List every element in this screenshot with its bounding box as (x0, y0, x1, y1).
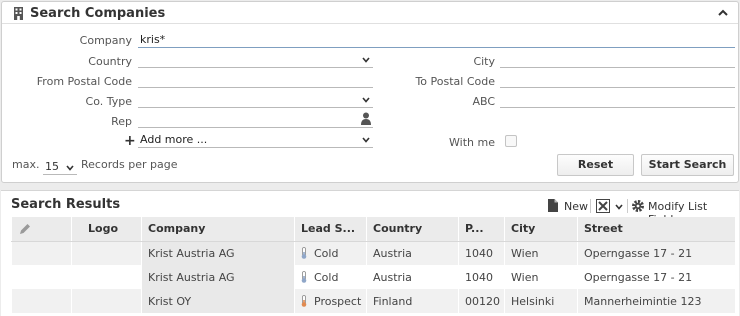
city-cell: Wien (504, 265, 578, 289)
with-me-checkbox[interactable] (505, 135, 517, 147)
logo-cell (71, 265, 142, 289)
pencil-icon (20, 223, 30, 234)
lead-status-cell: Cold (294, 265, 367, 289)
table-row[interactable]: Krist Austria AG Cold Austria 1040 Wien Opern… (11, 241, 735, 265)
city-cell: Wien (504, 241, 578, 265)
results-title: Search Results (11, 197, 121, 212)
person-icon[interactable] (361, 112, 371, 125)
company-input[interactable]: kris* (138, 34, 735, 48)
add-more-select[interactable]: Add more ... (138, 134, 373, 148)
country-cell: Finland (366, 289, 459, 313)
table-header-row: Logo Company Lead S... Country P... City… (11, 217, 735, 242)
max-records-select[interactable]: 15 (43, 159, 77, 175)
toolbar-divider (627, 199, 628, 213)
column-header-company[interactable]: Company (141, 217, 295, 242)
plus-icon[interactable]: + (124, 133, 136, 149)
city-cell: Helsinki (504, 289, 578, 313)
postal-cell: 1040 (458, 241, 505, 265)
thermometer-icon (301, 270, 307, 283)
lead-status-label: Cold (314, 270, 339, 284)
abc-label: ABC (472, 95, 495, 108)
search-panel: Search Companies Company kris* Country C… (1, 1, 739, 183)
thermometer-icon (301, 246, 307, 259)
add-more-value: Add more ... (140, 133, 208, 146)
lead-status-cell: Prospect (294, 289, 367, 313)
row-select-cell (11, 265, 72, 289)
column-header-street[interactable]: Street (577, 217, 735, 242)
column-header-logo[interactable]: Logo (71, 217, 142, 242)
rep-label: Rep (111, 115, 132, 128)
lead-status-cell: Cold (294, 241, 367, 265)
excel-export-icon[interactable] (596, 199, 610, 213)
max-records-value: 15 (45, 160, 59, 173)
city-input[interactable] (500, 54, 735, 68)
results-table: Logo Company Lead S... Country P... City… (11, 217, 735, 313)
search-panel-header: Search Companies (2, 2, 738, 24)
lead-status-label: Cold (314, 246, 339, 260)
from-postal-input[interactable] (138, 74, 373, 88)
street-cell: Operngasse 17 - 21 (577, 265, 735, 289)
to-postal-input[interactable] (500, 74, 735, 88)
to-postal-label: To Postal Code (415, 75, 495, 88)
street-cell: Mannerheimintie 123 (577, 289, 735, 313)
document-icon[interactable] (548, 199, 558, 212)
lead-status-label: Prospect (314, 294, 362, 308)
postal-cell: 00120 (458, 289, 505, 313)
gear-icon[interactable] (631, 199, 645, 213)
country-label: Country (88, 55, 132, 68)
abc-input[interactable] (500, 94, 735, 108)
logo-cell (71, 241, 142, 265)
chevron-down-icon (362, 57, 370, 63)
row-select-cell (11, 289, 72, 313)
row-select-cell (11, 241, 72, 265)
with-me-label: With me (449, 136, 495, 149)
company-cell: Krist Austria AG (141, 241, 295, 265)
table-row[interactable]: Krist Austria AG Cold Austria 1040 Wien Opern… (11, 265, 735, 289)
chevron-down-icon (362, 137, 370, 143)
chevron-down-icon[interactable] (615, 203, 623, 211)
reset-button[interactable]: Reset (557, 154, 634, 176)
new-button[interactable]: New (564, 200, 588, 213)
column-header-edit[interactable] (11, 217, 72, 242)
co-type-select[interactable] (138, 94, 373, 108)
postal-cell: 1040 (458, 265, 505, 289)
co-type-label: Co. Type (85, 95, 132, 108)
column-header-lead-status[interactable]: Lead S... (294, 217, 367, 242)
street-cell: Operngasse 17 - 21 (577, 241, 735, 265)
company-label: Company (79, 34, 132, 47)
thermometer-icon (301, 294, 307, 307)
max-label: max. (12, 158, 40, 171)
records-per-page-label: Records per page (81, 158, 178, 171)
column-header-postal[interactable]: P... (458, 217, 505, 242)
start-search-button[interactable]: Start Search (641, 154, 734, 176)
from-postal-label: From Postal Code (36, 75, 132, 88)
country-select[interactable] (138, 54, 373, 68)
logo-cell (71, 289, 142, 313)
building-icon (14, 7, 23, 20)
company-cell: Krist OY (141, 289, 295, 313)
column-header-country[interactable]: Country (366, 217, 459, 242)
search-panel-title: Search Companies (30, 6, 166, 21)
chevron-down-icon (66, 165, 74, 171)
rep-input[interactable] (138, 112, 373, 128)
chevron-down-icon (362, 97, 370, 103)
toolbar-divider (590, 199, 591, 213)
table-row[interactable]: Krist OY Prospect Finland 00120 Helsinki Mann… (11, 289, 735, 313)
country-cell: Austria (366, 265, 459, 289)
column-header-city[interactable]: City (504, 217, 578, 242)
company-cell: Krist Austria AG (141, 265, 295, 289)
chevron-up-icon[interactable] (718, 8, 728, 18)
city-label: City (473, 55, 495, 68)
country-cell: Austria (366, 241, 459, 265)
search-results-panel: Search Results New Modify List Fields Lo… (1, 190, 739, 316)
